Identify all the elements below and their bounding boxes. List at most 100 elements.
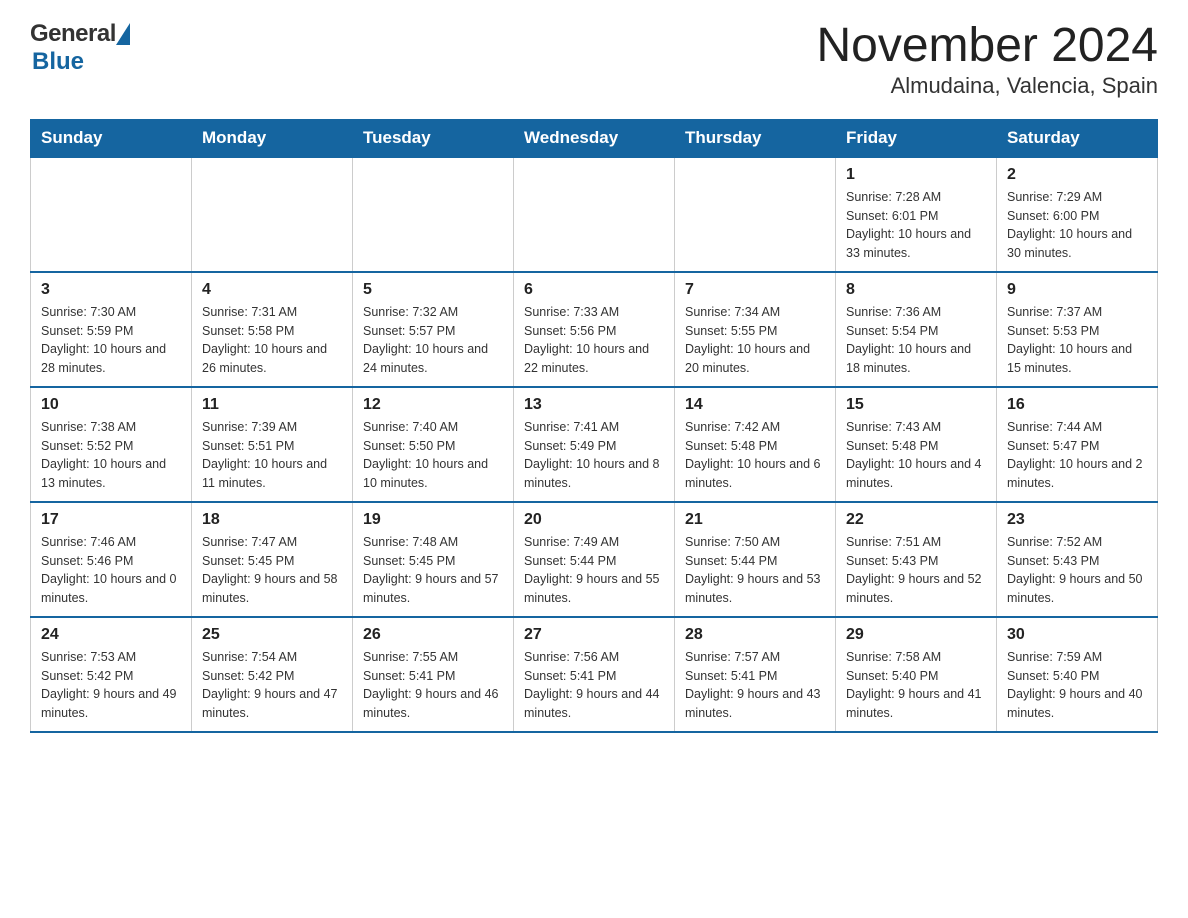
day-info: Sunrise: 7:56 AMSunset: 5:41 PMDaylight:…	[524, 648, 664, 723]
day-number: 1	[846, 166, 986, 184]
day-number: 20	[524, 511, 664, 529]
calendar-table: Sunday Monday Tuesday Wednesday Thursday…	[30, 119, 1158, 733]
day-info: Sunrise: 7:37 AMSunset: 5:53 PMDaylight:…	[1007, 303, 1147, 378]
table-row: 8 Sunrise: 7:36 AMSunset: 5:54 PMDaylight…	[836, 272, 997, 387]
table-row	[31, 157, 192, 272]
day-number: 23	[1007, 511, 1147, 529]
calendar-title-area: November 2024 Almudaina, Valencia, Spain	[816, 20, 1158, 99]
day-number: 10	[41, 396, 181, 414]
table-row: 12Sunrise: 7:40 AMSunset: 5:50 PMDayligh…	[353, 387, 514, 502]
day-number: 14	[685, 396, 825, 414]
day-number: 29	[846, 626, 986, 644]
day-number: 17	[41, 511, 181, 529]
logo: General Blue	[30, 20, 131, 76]
day-info: Sunrise: 7:54 AMSunset: 5:42 PMDaylight:…	[202, 648, 342, 723]
day-number: 8	[846, 281, 986, 299]
table-row: 19 Sunrise: 7:48 AMSunset: 5:45 PMDayligh…	[353, 502, 514, 617]
day-number: 21	[685, 511, 825, 529]
day-number: 4	[202, 281, 342, 299]
day-number: 19	[363, 511, 503, 529]
table-row: 25 Sunrise: 7:54 AMSunset: 5:42 PMDayligh…	[192, 617, 353, 732]
table-row: 30 Sunrise: 7:59 AMSunset: 5:40 PMDayligh…	[997, 617, 1158, 732]
header-saturday: Saturday	[997, 119, 1158, 157]
month-title: November 2024	[816, 20, 1158, 73]
day-info: Sunrise: 7:58 AMSunset: 5:40 PMDaylight:…	[846, 648, 986, 723]
table-row: 10 Sunrise: 7:38 AMSunset: 5:52 PMDayligh…	[31, 387, 192, 502]
table-row: 27 Sunrise: 7:56 AMSunset: 5:41 PMDayligh…	[514, 617, 675, 732]
day-info: Sunrise: 7:30 AMSunset: 5:59 PMDaylight:…	[41, 303, 181, 378]
day-info: Sunrise: 7:46 AMSunset: 5:46 PMDaylight:…	[41, 533, 181, 608]
day-info: Sunrise: 7:52 AMSunset: 5:43 PMDaylight:…	[1007, 533, 1147, 608]
calendar-week-row: 17 Sunrise: 7:46 AMSunset: 5:46 PMDayligh…	[31, 502, 1158, 617]
table-row: 5Sunrise: 7:32 AMSunset: 5:57 PMDaylight…	[353, 272, 514, 387]
day-number: 16	[1007, 396, 1147, 414]
day-number: 22	[846, 511, 986, 529]
day-number: 7	[685, 281, 825, 299]
day-number: 25	[202, 626, 342, 644]
day-info: Sunrise: 7:59 AMSunset: 5:40 PMDaylight:…	[1007, 648, 1147, 723]
table-row: 22 Sunrise: 7:51 AMSunset: 5:43 PMDayligh…	[836, 502, 997, 617]
day-info: Sunrise: 7:57 AMSunset: 5:41 PMDaylight:…	[685, 648, 825, 723]
table-row: 28 Sunrise: 7:57 AMSunset: 5:41 PMDayligh…	[675, 617, 836, 732]
day-number: 3	[41, 281, 181, 299]
header-monday: Monday	[192, 119, 353, 157]
day-info: Sunrise: 7:49 AMSunset: 5:44 PMDaylight:…	[524, 533, 664, 608]
day-number: 28	[685, 626, 825, 644]
day-info: Sunrise: 7:36 AMSunset: 5:54 PMDaylight:…	[846, 303, 986, 378]
calendar-week-row: 24Sunrise: 7:53 AMSunset: 5:42 PMDayligh…	[31, 617, 1158, 732]
table-row: 29 Sunrise: 7:58 AMSunset: 5:40 PMDayligh…	[836, 617, 997, 732]
day-info: Sunrise: 7:39 AMSunset: 5:51 PMDaylight:…	[202, 418, 342, 493]
table-row: 2 Sunrise: 7:29 AMSunset: 6:00 PMDaylight…	[997, 157, 1158, 272]
day-number: 9	[1007, 281, 1147, 299]
table-row	[353, 157, 514, 272]
day-info: Sunrise: 7:43 AMSunset: 5:48 PMDaylight:…	[846, 418, 986, 493]
day-number: 26	[363, 626, 503, 644]
day-number: 5	[363, 281, 503, 299]
table-row: 18 Sunrise: 7:47 AMSunset: 5:45 PMDayligh…	[192, 502, 353, 617]
day-info: Sunrise: 7:51 AMSunset: 5:43 PMDaylight:…	[846, 533, 986, 608]
table-row: 17 Sunrise: 7:46 AMSunset: 5:46 PMDayligh…	[31, 502, 192, 617]
table-row	[192, 157, 353, 272]
day-info: Sunrise: 7:53 AMSunset: 5:42 PMDaylight:…	[41, 648, 181, 723]
header-wednesday: Wednesday	[514, 119, 675, 157]
day-info: Sunrise: 7:38 AMSunset: 5:52 PMDaylight:…	[41, 418, 181, 493]
weekday-header-row: Sunday Monday Tuesday Wednesday Thursday…	[31, 119, 1158, 157]
table-row: 11Sunrise: 7:39 AMSunset: 5:51 PMDayligh…	[192, 387, 353, 502]
table-row: 23 Sunrise: 7:52 AMSunset: 5:43 PMDayligh…	[997, 502, 1158, 617]
header-tuesday: Tuesday	[353, 119, 514, 157]
table-row: 14 Sunrise: 7:42 AMSunset: 5:48 PMDayligh…	[675, 387, 836, 502]
day-number: 30	[1007, 626, 1147, 644]
table-row: 24Sunrise: 7:53 AMSunset: 5:42 PMDayligh…	[31, 617, 192, 732]
table-row: 7 Sunrise: 7:34 AMSunset: 5:55 PMDaylight…	[675, 272, 836, 387]
day-info: Sunrise: 7:34 AMSunset: 5:55 PMDaylight:…	[685, 303, 825, 378]
table-row: 20 Sunrise: 7:49 AMSunset: 5:44 PMDayligh…	[514, 502, 675, 617]
day-info: Sunrise: 7:42 AMSunset: 5:48 PMDaylight:…	[685, 418, 825, 493]
day-info: Sunrise: 7:33 AMSunset: 5:56 PMDaylight:…	[524, 303, 664, 378]
logo-text-blue: Blue	[32, 48, 84, 75]
calendar-week-row: 3 Sunrise: 7:30 AMSunset: 5:59 PMDaylight…	[31, 272, 1158, 387]
day-number: 2	[1007, 166, 1147, 184]
table-row: 3 Sunrise: 7:30 AMSunset: 5:59 PMDaylight…	[31, 272, 192, 387]
calendar-week-row: 10 Sunrise: 7:38 AMSunset: 5:52 PMDayligh…	[31, 387, 1158, 502]
table-row	[675, 157, 836, 272]
table-row: 6Sunrise: 7:33 AMSunset: 5:56 PMDaylight…	[514, 272, 675, 387]
day-info: Sunrise: 7:40 AMSunset: 5:50 PMDaylight:…	[363, 418, 503, 493]
day-number: 18	[202, 511, 342, 529]
table-row: 1 Sunrise: 7:28 AMSunset: 6:01 PMDaylight…	[836, 157, 997, 272]
day-info: Sunrise: 7:47 AMSunset: 5:45 PMDaylight:…	[202, 533, 342, 608]
day-info: Sunrise: 7:50 AMSunset: 5:44 PMDaylight:…	[685, 533, 825, 608]
day-number: 27	[524, 626, 664, 644]
logo-triangle-icon	[116, 23, 130, 45]
table-row	[514, 157, 675, 272]
day-info: Sunrise: 7:28 AMSunset: 6:01 PMDaylight:…	[846, 188, 986, 263]
table-row: 4Sunrise: 7:31 AMSunset: 5:58 PMDaylight…	[192, 272, 353, 387]
day-info: Sunrise: 7:29 AMSunset: 6:00 PMDaylight:…	[1007, 188, 1147, 263]
table-row: 21 Sunrise: 7:50 AMSunset: 5:44 PMDayligh…	[675, 502, 836, 617]
day-info: Sunrise: 7:48 AMSunset: 5:45 PMDaylight:…	[363, 533, 503, 608]
logo-text-black: General	[30, 20, 116, 48]
day-number: 15	[846, 396, 986, 414]
location-subtitle: Almudaina, Valencia, Spain	[816, 73, 1158, 99]
day-info: Sunrise: 7:41 AMSunset: 5:49 PMDaylight:…	[524, 418, 664, 493]
header-thursday: Thursday	[675, 119, 836, 157]
calendar-week-row: 1 Sunrise: 7:28 AMSunset: 6:01 PMDaylight…	[31, 157, 1158, 272]
